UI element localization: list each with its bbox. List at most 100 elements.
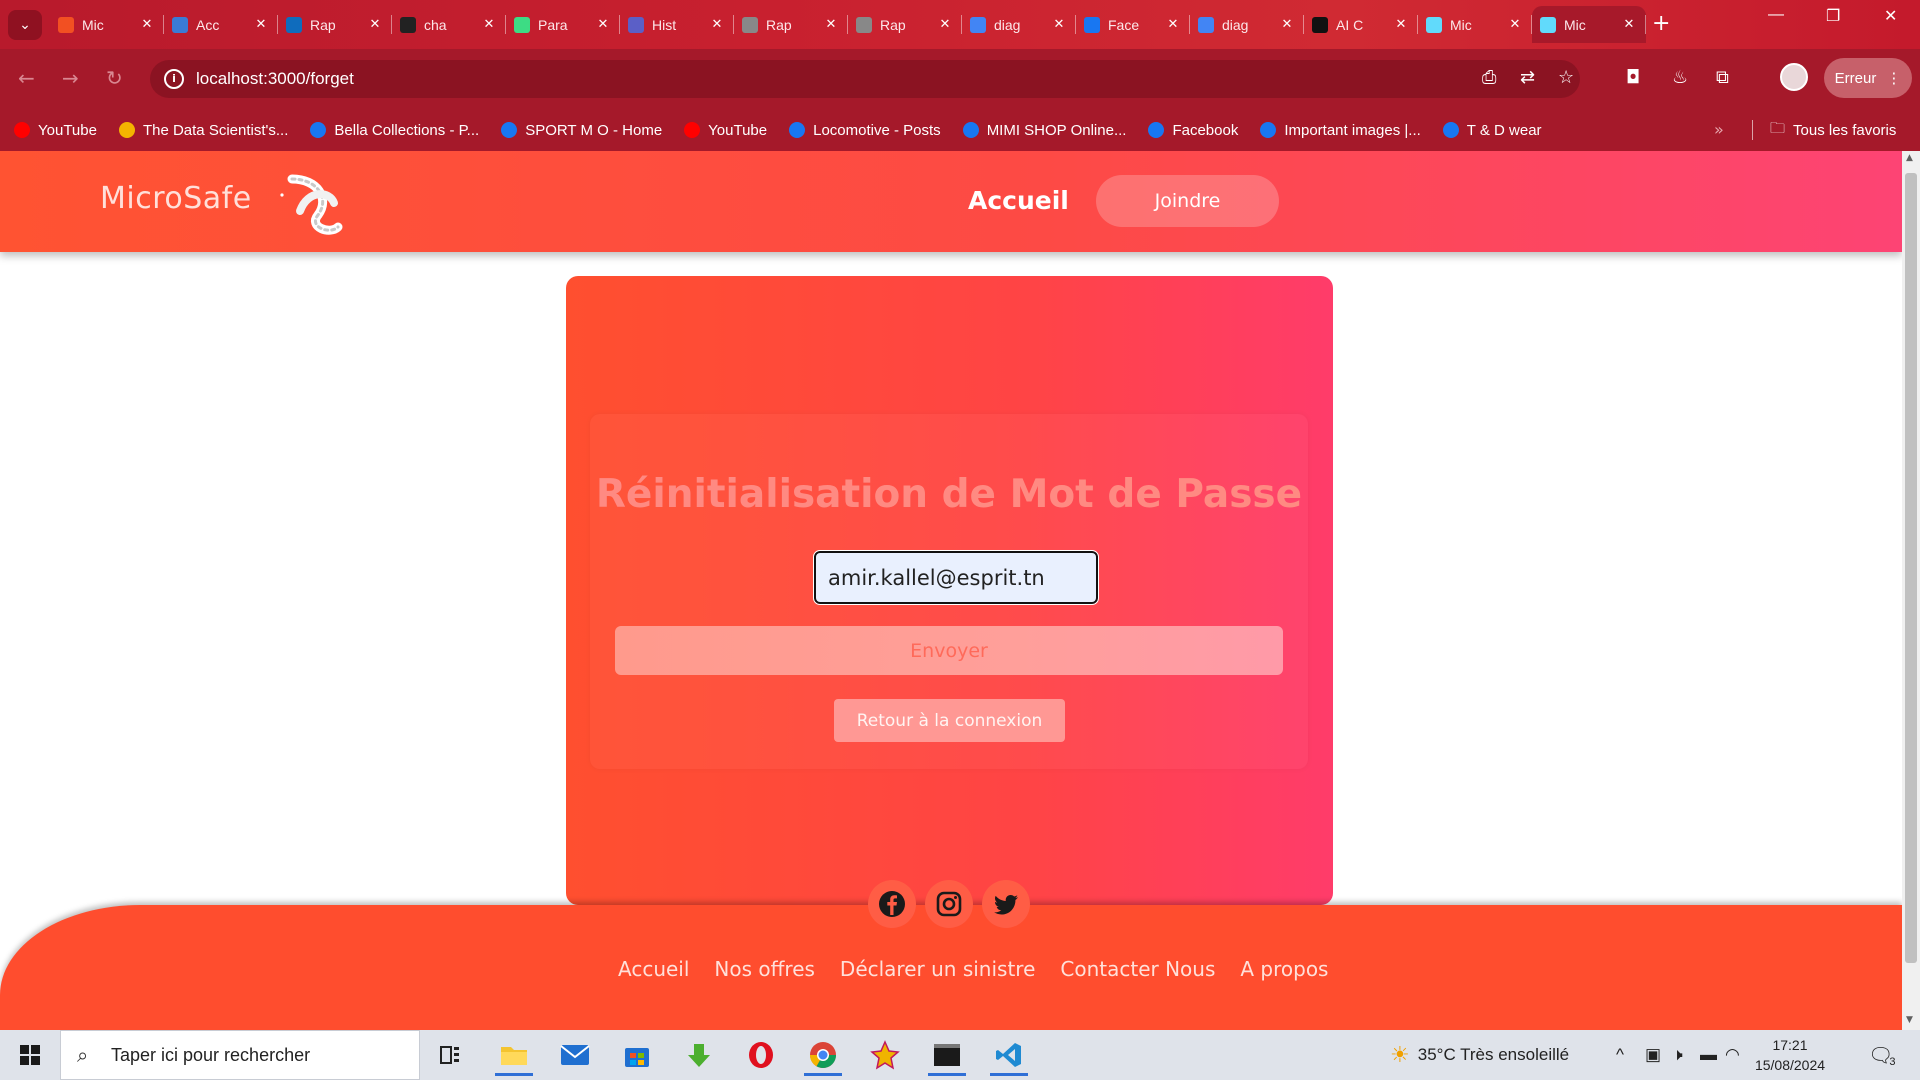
more-bookmarks-icon[interactable]: » xyxy=(1714,120,1724,139)
close-tab-icon[interactable]: ✕ xyxy=(1620,17,1638,32)
notification-count: 3 xyxy=(1889,1056,1896,1068)
send-button[interactable]: Envoyer xyxy=(615,626,1283,675)
footer-link[interactable]: Déclarer un sinistre xyxy=(840,957,1035,981)
forward-arrow-icon[interactable]: → xyxy=(62,66,79,90)
wifi-icon[interactable]: ◠ xyxy=(1725,1030,1740,1080)
bookmark-star-icon[interactable]: ☆ xyxy=(1558,67,1574,88)
browser-tab[interactable]: diag ✕ xyxy=(1190,6,1304,43)
browser-tab[interactable]: Rap ✕ xyxy=(848,6,962,43)
tab-search-button[interactable]: ⌄ xyxy=(8,10,42,40)
browser-tab[interactable]: diag ✕ xyxy=(962,6,1076,43)
windows-start-icon[interactable] xyxy=(20,1045,40,1065)
notifications-icon[interactable]: 🗨 3 xyxy=(1868,1030,1896,1080)
nav-joindre-button[interactable]: Joindre xyxy=(1096,175,1279,227)
close-tab-icon[interactable]: ✕ xyxy=(138,17,156,32)
url-field[interactable]: i localhost:3000/forget ⎙ ⇄ ☆ xyxy=(150,60,1580,98)
instagram-link[interactable] xyxy=(925,880,973,928)
browser-tab[interactable]: AI C ✕ xyxy=(1304,6,1418,43)
browser-tab[interactable]: Mic ✕ xyxy=(1418,6,1532,43)
bookmark-item[interactable]: YouTube xyxy=(684,122,767,139)
site-info-icon[interactable]: i xyxy=(164,69,184,89)
browser-tab[interactable]: Para ✕ xyxy=(506,6,620,43)
drive-icon xyxy=(118,122,135,138)
chrome-icon[interactable] xyxy=(798,1034,848,1076)
footer-link[interactable]: A propos xyxy=(1240,957,1328,981)
close-tab-icon[interactable]: ✕ xyxy=(480,17,498,32)
close-tab-icon[interactable]: ✕ xyxy=(1392,17,1410,32)
browser-tab[interactable]: Hist ✕ xyxy=(620,6,734,43)
person-icon xyxy=(628,16,644,33)
bookmark-item[interactable]: SPORT M O - Home xyxy=(501,122,662,139)
opera-icon[interactable] xyxy=(736,1034,786,1076)
scroll-down-icon[interactable]: ▼ xyxy=(1906,1015,1913,1025)
browser-tab[interactable]: Mic ✕ xyxy=(1532,6,1646,43)
show-hidden-icons[interactable]: ^ xyxy=(1616,1030,1624,1080)
scroll-up-icon[interactable]: ▲ xyxy=(1906,153,1913,163)
network-status-icon[interactable]: ▣ xyxy=(1645,1030,1661,1080)
bookmark-item[interactable]: Important images |... xyxy=(1260,122,1421,139)
microsoft-icon xyxy=(58,16,74,33)
close-tab-icon[interactable]: ✕ xyxy=(252,17,270,32)
footer-link[interactable]: Accueil xyxy=(618,957,689,981)
footer-link[interactable]: Nos offres xyxy=(714,957,815,981)
weather-widget[interactable]: ☀ 35°C Très ensoleillé xyxy=(1390,1030,1569,1080)
restore-icon[interactable]: ❐ xyxy=(1826,6,1840,26)
taskbar-clock[interactable]: 17:21 15/08/2024 xyxy=(1740,1035,1840,1075)
close-tab-icon[interactable]: ✕ xyxy=(822,17,840,32)
bookmark-item[interactable]: Bella Collections - P... xyxy=(310,122,479,139)
translate-icon[interactable]: ⇄ xyxy=(1520,67,1535,88)
close-window-icon[interactable]: ✕ xyxy=(1884,6,1897,26)
new-tab-button[interactable]: + xyxy=(1652,12,1670,36)
page-scrollbar[interactable]: ▲ ▼ xyxy=(1902,151,1920,1030)
close-tab-icon[interactable]: ✕ xyxy=(1164,17,1182,32)
speaker-muted-icon[interactable]: 🕨 xyxy=(1672,1030,1683,1080)
task-view-icon[interactable] xyxy=(425,1034,475,1076)
minimize-icon[interactable]: — xyxy=(1768,6,1784,24)
facebook-link[interactable] xyxy=(868,880,916,928)
nav-accueil-link[interactable]: Accueil xyxy=(968,186,1069,215)
vscode-icon[interactable] xyxy=(984,1034,1034,1076)
terminal-icon[interactable] xyxy=(922,1034,972,1076)
mail-icon[interactable] xyxy=(550,1034,600,1076)
back-arrow-icon[interactable]: ← xyxy=(18,66,35,90)
bookmark-item[interactable]: Locomotive - Posts xyxy=(789,122,941,139)
close-tab-icon[interactable]: ✕ xyxy=(708,17,726,32)
browser-tab[interactable]: Mic ✕ xyxy=(50,6,164,43)
download-manager-icon[interactable] xyxy=(674,1034,724,1076)
close-tab-icon[interactable]: ✕ xyxy=(366,17,384,32)
close-tab-icon[interactable]: ✕ xyxy=(594,17,612,32)
browser-tab[interactable]: Rap ✕ xyxy=(734,6,848,43)
bookmark-item[interactable]: MIMI SHOP Online... xyxy=(962,122,1126,139)
brand-name[interactable]: MicroSafe xyxy=(100,181,252,216)
email-field[interactable] xyxy=(813,550,1099,605)
scrollbar-thumb[interactable] xyxy=(1905,173,1917,963)
close-tab-icon[interactable]: ✕ xyxy=(1050,17,1068,32)
battery-icon[interactable]: ▬ xyxy=(1700,1030,1717,1080)
bookmark-item[interactable]: YouTube xyxy=(14,122,97,139)
browser-tab[interactable]: cha ✕ xyxy=(392,6,506,43)
browser-tab[interactable]: Rap ✕ xyxy=(278,6,392,43)
bookmark-item[interactable]: The Data Scientist's... xyxy=(118,122,288,139)
close-tab-icon[interactable]: ✕ xyxy=(936,17,954,32)
taskbar-search-field[interactable]: ⌕ Taper ici pour rechercher xyxy=(60,1030,420,1080)
extensions-puzzle-icon[interactable]: ⧉ xyxy=(1716,67,1729,88)
footer-link[interactable]: Contacter Nous xyxy=(1060,957,1215,981)
profile-avatar[interactable] xyxy=(1780,63,1808,91)
browser-tab[interactable]: Face ✕ xyxy=(1076,6,1190,43)
close-tab-icon[interactable]: ✕ xyxy=(1506,17,1524,32)
close-tab-icon[interactable]: ✕ xyxy=(1278,17,1296,32)
star-app-icon[interactable] xyxy=(860,1034,910,1076)
pocket-extension-icon[interactable]: ◘ xyxy=(1626,67,1640,88)
bookmark-item[interactable]: T & D wear xyxy=(1442,122,1542,139)
back-to-login-button[interactable]: Retour à la connexion xyxy=(834,699,1065,742)
install-app-icon[interactable]: ⎙ xyxy=(1482,67,1496,88)
file-explorer-icon[interactable] xyxy=(489,1034,539,1076)
profile-error-button[interactable]: Erreur ⋮ xyxy=(1824,58,1912,98)
bookmark-item[interactable]: Facebook xyxy=(1148,122,1238,139)
reload-icon[interactable]: ↻ xyxy=(106,66,123,90)
microsoft-store-icon[interactable] xyxy=(612,1034,662,1076)
twitter-link[interactable] xyxy=(982,880,1030,928)
all-bookmarks-folder[interactable]: 🗀 Tous les favoris xyxy=(1751,109,1896,151)
fire-extension-icon[interactable]: ♨ xyxy=(1672,67,1688,88)
browser-tab[interactable]: Acc ✕ xyxy=(164,6,278,43)
